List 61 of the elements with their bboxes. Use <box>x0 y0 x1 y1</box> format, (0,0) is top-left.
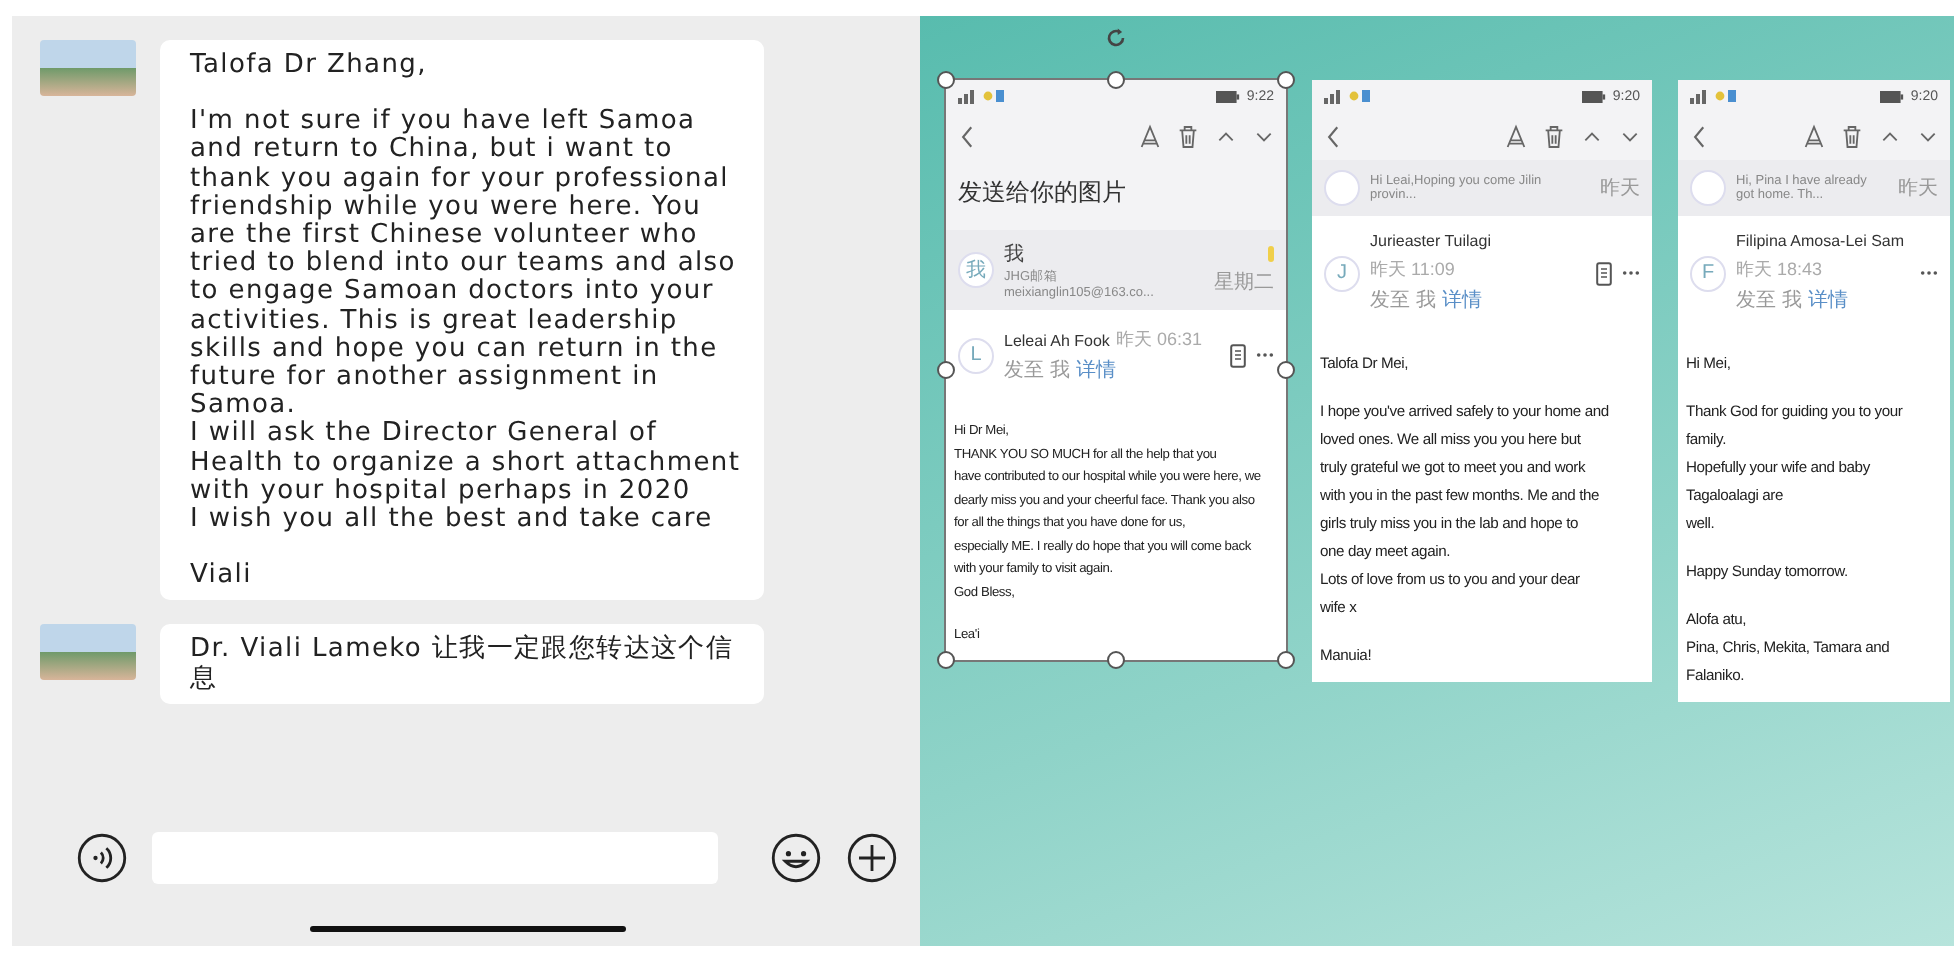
trash-icon[interactable] <box>1544 123 1564 149</box>
details-link[interactable]: 详情 <box>1807 286 1848 314</box>
sent-time: 昨天 06:31 <box>1115 328 1202 353</box>
recipient-text: 发至 我 <box>1736 287 1802 314</box>
text-size-icon[interactable] <box>1804 123 1824 149</box>
mail-date: 星期二 <box>1214 269 1274 295</box>
sender-name: Filipina Amosa-Lei Sam <box>1736 232 1905 250</box>
more-icon[interactable] <box>1622 270 1640 276</box>
resize-handle[interactable] <box>937 71 955 89</box>
sender-name: Leleai Ah Fook <box>1004 332 1110 350</box>
sender-avatar <box>1690 170 1726 206</box>
battery-icon <box>1582 89 1607 103</box>
resize-handle[interactable] <box>1107 71 1125 89</box>
battery-icon <box>1880 89 1905 103</box>
avatar-photo <box>40 624 136 681</box>
plus-icon[interactable] <box>846 832 898 884</box>
details-link[interactable]: 详情 <box>1075 356 1116 384</box>
message-text: Dr. Viali Lameko 让我一定跟您转达这个信息 <box>190 636 736 694</box>
sender-avatar: J <box>1324 255 1360 291</box>
signal-icon <box>1690 88 1738 104</box>
sender-name: Jurieaster Tuilagi <box>1370 232 1491 250</box>
trash-icon[interactable] <box>1842 123 1862 149</box>
mail-screenshot[interactable] <box>1312 80 1652 682</box>
mail-screenshot[interactable] <box>1678 80 1950 702</box>
sender-avatar: F <box>1690 255 1726 291</box>
sender-name: 我 <box>1004 241 1026 268</box>
resize-handle[interactable] <box>937 360 955 379</box>
signal-icon <box>958 88 1006 104</box>
mail-date: 昨天 <box>1600 176 1640 202</box>
sent-time: 昨天 11:09 <box>1370 258 1455 283</box>
mail-screenshot[interactable] <box>946 80 1286 659</box>
details-link[interactable]: 详情 <box>1441 286 1482 314</box>
message-text: I'm not sure if you have left Samoa and return to China, but i want to thank you again for your professional friendship while you were here. You are the first Chinese volunteer who tried to blend into our teams and also to engage Samoan doctors into your activities. This is great leadership skills and hope you can return in the future for another assignment in Samoa. I will ask the Director General of Health to organize a short attachment with your hospital perhaps in 2020 I wish you all the best and take care <box>190 108 743 535</box>
recipient-text: 发至 我 <box>1004 357 1070 384</box>
back-icon[interactable] <box>1690 123 1710 149</box>
rotate-handle-icon[interactable] <box>1102 24 1130 52</box>
sent-time: 昨天 18:43 <box>1736 258 1823 283</box>
emoji-icon[interactable] <box>770 832 822 884</box>
avatar-photo <box>40 40 136 96</box>
more-icon[interactable] <box>1256 352 1274 358</box>
back-icon[interactable] <box>958 123 978 149</box>
phone-icon[interactable] <box>1230 343 1246 367</box>
signal-icon <box>1324 88 1372 104</box>
sender-avatar: 我 <box>958 252 994 288</box>
trash-icon[interactable] <box>1178 123 1198 149</box>
phone-icon[interactable] <box>1596 261 1612 285</box>
battery-icon <box>1216 89 1241 103</box>
text-size-icon[interactable] <box>1506 123 1526 149</box>
sender-avatar: L <box>958 337 994 373</box>
sender-avatar <box>1324 170 1360 206</box>
voice-icon[interactable] <box>76 832 128 884</box>
recipient-text: 发至 我 <box>1370 287 1436 314</box>
message-text: Talofa Dr Zhang, <box>190 52 429 81</box>
resize-handle[interactable] <box>937 650 955 668</box>
mail-subject: 发送给你的图片 <box>958 176 1128 210</box>
resize-handle[interactable] <box>1277 71 1295 89</box>
back-icon[interactable] <box>1324 123 1344 149</box>
mail-date: 昨天 <box>1898 176 1938 202</box>
more-icon[interactable] <box>1920 270 1938 276</box>
message-text: Viali <box>190 562 254 591</box>
text-size-icon[interactable] <box>1140 123 1160 149</box>
